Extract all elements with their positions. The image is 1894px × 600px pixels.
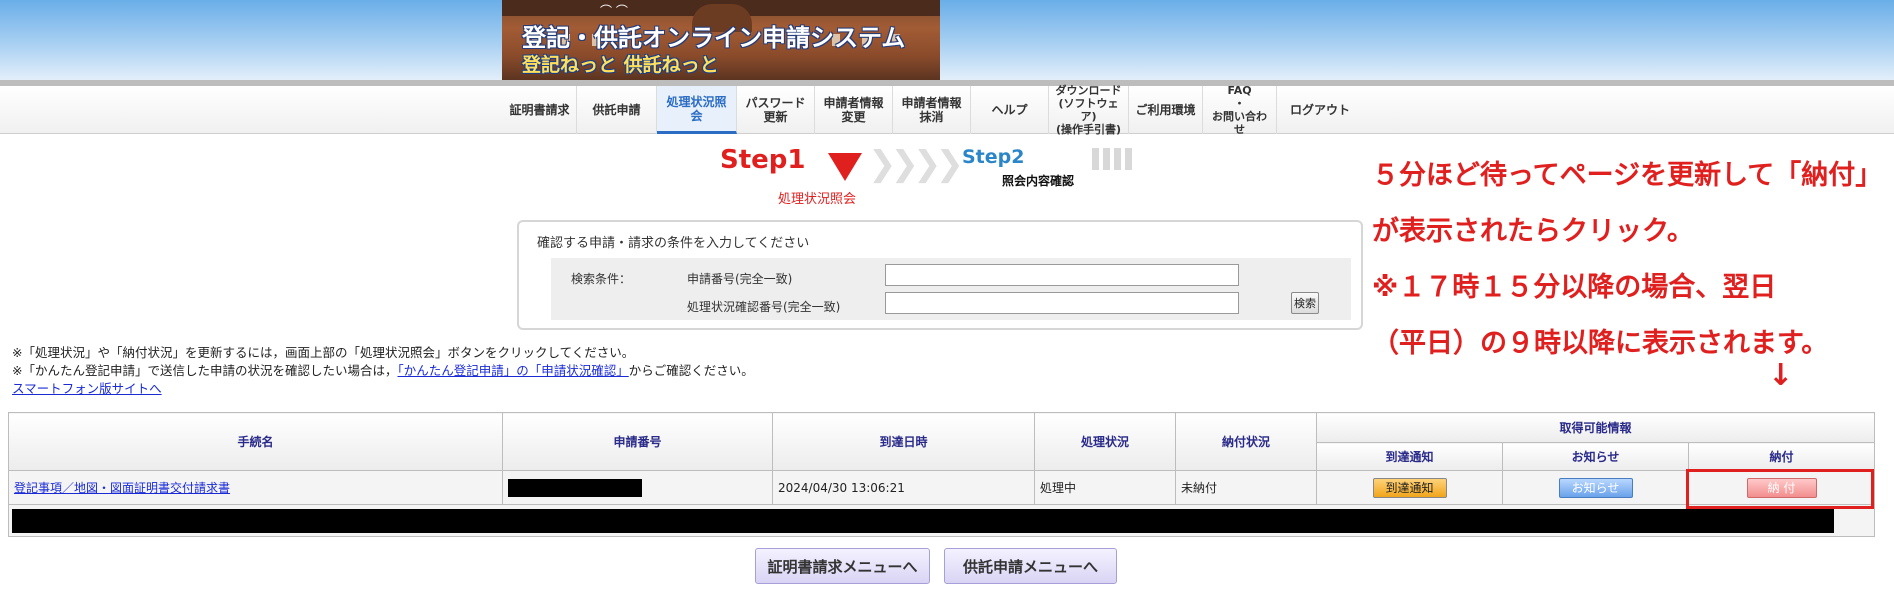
header-application-number: 申請番号 — [502, 412, 773, 471]
application-number-input[interactable] — [885, 264, 1239, 286]
nav-password-update[interactable]: パスワード 更新 — [737, 86, 815, 134]
system-banner: 登記・供託オンライン申請システム 登記ねっと 供託ねっと — [502, 0, 940, 80]
system-title: 登記・供託オンライン申請システム — [522, 24, 906, 52]
notes: ※「処理状況」や「納付状況」を更新するには，画面上部の「処理状況照会」ボタンをク… — [12, 344, 754, 398]
cert-request-menu-button[interactable]: 証明書請求メニューへ — [755, 548, 930, 584]
redacted-row — [12, 509, 1834, 533]
step2-title: Step2 — [962, 146, 1025, 168]
search-panel: 確認する申請・請求の条件を入力してください 検索条件： 申請番号(完全一致) 処… — [517, 220, 1363, 330]
payment-highlight-box — [1686, 469, 1874, 509]
arrival-notice-button[interactable]: 到達通知 — [1372, 477, 1447, 498]
search-button[interactable]: 検索 — [1291, 292, 1319, 314]
nav-environment[interactable]: ご利用環境 — [1129, 86, 1203, 134]
nav-logout[interactable]: ログアウト — [1277, 86, 1363, 134]
header-payment: 納付 — [1688, 442, 1875, 471]
instruction-annotation: ５分ほど待ってページを更新して「納付」 が表示されたらクリック。 ※１７時１５分… — [1372, 148, 1887, 372]
search-title: 確認する申請・請求の条件を入力してください — [537, 236, 810, 251]
application-number-label: 申請番号(完全一致) — [687, 272, 793, 286]
nav-faq-contact[interactable]: FAQ ・ お問い合わせ — [1203, 84, 1277, 136]
step1-title: Step1 — [720, 145, 806, 175]
annotation-line: が表示されたらクリック。 — [1372, 216, 1694, 247]
nav-applicant-info-change[interactable]: 申請者情報 変更 — [815, 86, 893, 134]
system-subtitle: 登記ねっと 供託ねっと — [522, 54, 719, 76]
step-progress-bars-icon — [1092, 148, 1132, 170]
down-arrow-icon: ↓ — [1768, 358, 1794, 393]
easy-registration-status-link[interactable]: 「かんたん登記申請」の「申請状況確認」 — [397, 363, 628, 378]
redacted-application-number — [508, 478, 642, 497]
search-fields-area: 検索条件： 申請番号(完全一致) 処理状況確認番号(完全一致) 検索 — [551, 258, 1351, 320]
nav-download[interactable]: ダウンロード (ソフトウェア) (操作手引書) — [1049, 84, 1129, 136]
bird-icon: ⌒ ⌒ — [600, 4, 628, 18]
header-background — [0, 0, 1894, 80]
annotation-line: （平日）の９時以降に表示されます。 — [1372, 328, 1829, 359]
annotation-line: ※１７時１５分以降の場合、翌日 — [1372, 272, 1777, 303]
nav-deposit-application[interactable]: 供託申請 — [577, 86, 657, 134]
header-processing-status: 処理状況 — [1034, 412, 1176, 471]
payment-status: 未納付 — [1175, 470, 1317, 505]
header-notice: お知らせ — [1502, 442, 1689, 471]
annotation-line: ５分ほど待ってページを更新して「納付」 — [1372, 160, 1883, 191]
status-check-number-label: 処理状況確認番号(完全一致) — [687, 300, 841, 314]
notice-button[interactable]: お知らせ — [1558, 477, 1633, 498]
header-payment-status: 納付状況 — [1175, 412, 1317, 471]
nav-status-inquiry[interactable]: 処理状況照会 — [657, 86, 737, 134]
smartphone-site-link[interactable]: スマートフォン版サイトへ — [12, 381, 162, 396]
search-condition-label: 検索条件： — [571, 272, 632, 286]
header-available-info: 取得可能情報 — [1316, 412, 1875, 443]
processing-status: 処理中 — [1034, 470, 1176, 505]
procedure-link[interactable]: 登記事項／地図・図面証明書交付請求書 — [14, 481, 230, 495]
deposit-menu-button[interactable]: 供託申請メニューへ — [944, 548, 1117, 584]
nav-cert-request[interactable]: 証明書請求 — [503, 86, 577, 134]
table-row: 登記事項／地図・図面証明書交付請求書 2024/04/30 13:06:21 処… — [8, 470, 1875, 505]
nav-help[interactable]: ヘルプ — [971, 86, 1049, 134]
header-arrival-notice: 到達通知 — [1316, 442, 1503, 471]
note-line: ※「かんたん登記申請」で送信した申請の状況を確認したい場合は，「かんたん登記申請… — [12, 363, 754, 378]
current-step-triangle-icon — [828, 153, 862, 181]
main-nav: 証明書請求 供託申請 処理状況照会 パスワード 更新 申請者情報 変更 申請者情… — [0, 84, 1894, 136]
note-line: ※「処理状況」や「納付状況」を更新するには，画面上部の「処理状況照会」ボタンをク… — [12, 345, 635, 360]
step1-label: 処理状況照会 — [778, 192, 857, 207]
status-check-number-input[interactable] — [885, 292, 1239, 314]
arrival-datetime: 2024/04/30 13:06:21 — [772, 470, 1035, 505]
header-procedure: 手続名 — [8, 412, 503, 471]
step2-label: 照会内容確認 — [1002, 174, 1075, 188]
step-chevron-icon: ❯❯❯❯ — [868, 144, 964, 184]
nav-applicant-info-delete[interactable]: 申請者情報 抹消 — [893, 86, 971, 134]
header-arrival-datetime: 到達日時 — [772, 412, 1035, 471]
